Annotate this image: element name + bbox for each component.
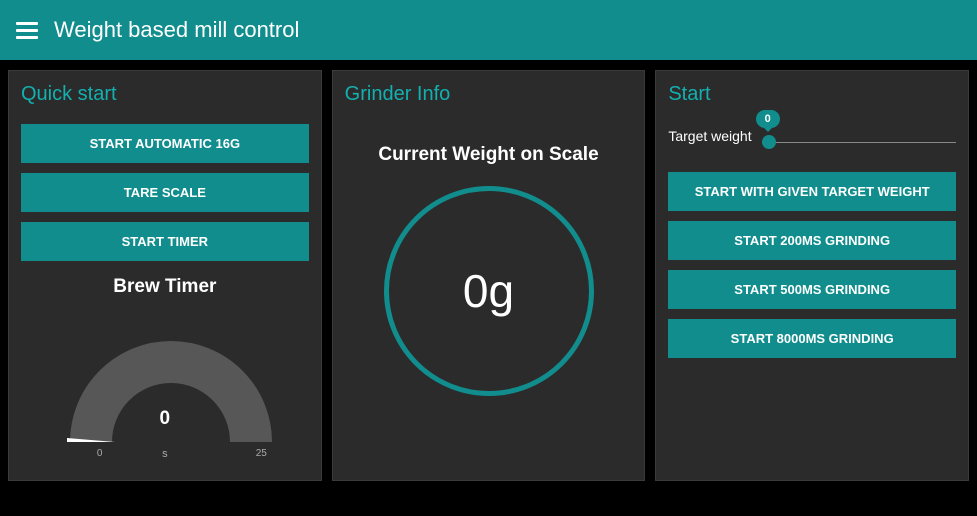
panel-quick-start: Quick start START AUTOMATIC 16G TARE SCA…	[8, 70, 322, 481]
panel-title-quick-start: Quick start	[21, 83, 309, 106]
panel-title-grinder: Grinder Info	[345, 83, 633, 106]
panel-start: Start Target weight 0 START WITH GIVEN T…	[655, 70, 969, 481]
panel-grinder-info: Grinder Info Current Weight on Scale 0g	[332, 70, 646, 481]
start-automatic-16g-button[interactable]: START AUTOMATIC 16G	[21, 124, 309, 163]
slider-thumb[interactable]	[762, 135, 776, 149]
slider-track	[762, 142, 956, 143]
brew-timer-label: Brew Timer	[21, 276, 309, 298]
start-200ms-grinding-button[interactable]: START 200MS GRINDING	[668, 221, 956, 260]
brew-timer-value: 0	[35, 408, 295, 430]
weight-gauge-circle: 0g	[384, 186, 594, 396]
main-content: Quick start START AUTOMATIC 16G TARE SCA…	[0, 60, 977, 491]
slider-value-bubble: 0	[756, 110, 780, 128]
app-header: Weight based mill control	[0, 0, 977, 60]
tare-scale-button[interactable]: TARE SCALE	[21, 173, 309, 212]
brew-timer-gauge: 0 0 25 s	[35, 308, 295, 468]
start-500ms-grinding-button[interactable]: START 500MS GRINDING	[668, 270, 956, 309]
start-timer-button[interactable]: START TIMER	[21, 222, 309, 261]
start-with-target-weight-button[interactable]: START WITH GIVEN TARGET WEIGHT	[668, 172, 956, 211]
start-8000ms-grinding-button[interactable]: START 8000MS GRINDING	[668, 319, 956, 358]
target-weight-row: Target weight 0	[668, 124, 956, 148]
gauge-needle-icon	[67, 438, 115, 442]
panel-title-start: Start	[668, 83, 956, 106]
target-weight-slider[interactable]: 0	[762, 124, 956, 148]
current-weight-label: Current Weight on Scale	[345, 144, 633, 166]
page-title: Weight based mill control	[54, 17, 299, 43]
menu-icon[interactable]	[16, 22, 38, 39]
current-weight-value: 0g	[463, 264, 514, 318]
target-weight-label: Target weight	[668, 128, 751, 144]
brew-timer-unit: s	[35, 448, 295, 460]
